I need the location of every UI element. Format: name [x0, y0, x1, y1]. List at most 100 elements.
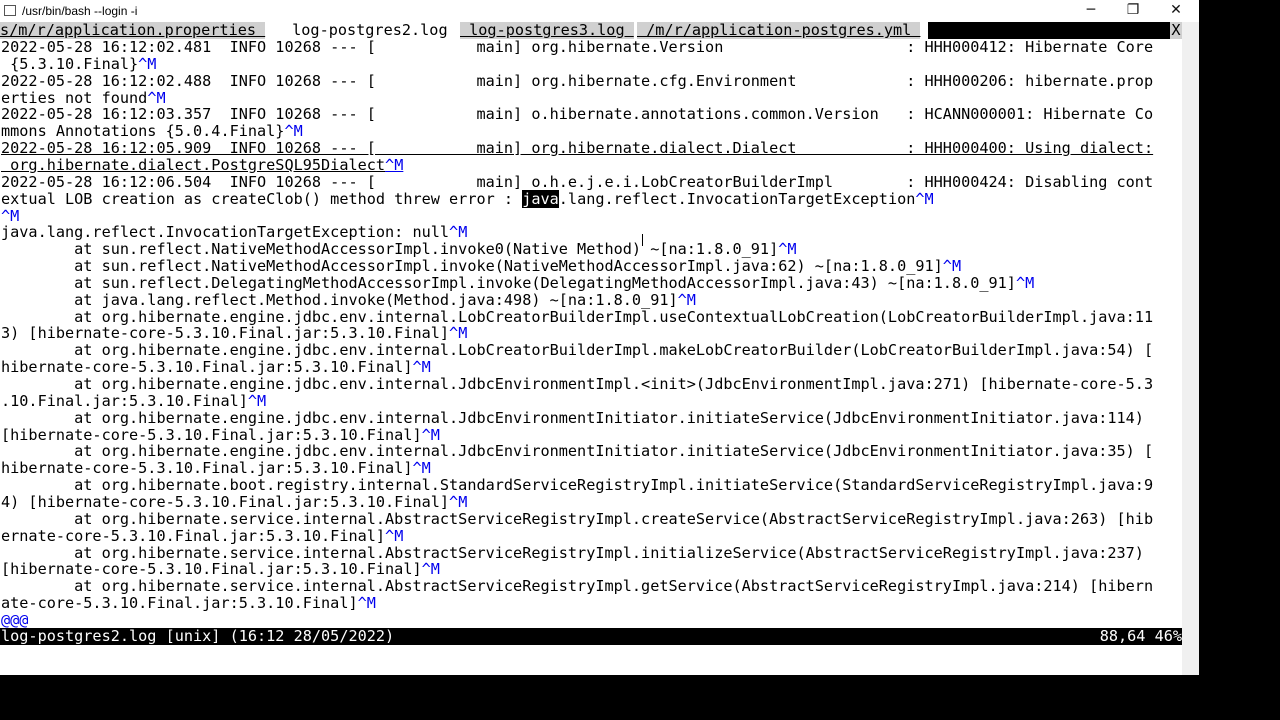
- carriage-return-marker: ^M: [385, 526, 404, 545]
- buffer-line: 2022-05-28 16:12:02.481 INFO 10268 --- […: [1, 39, 1153, 56]
- terminal-window: /usr/bin/bash --login -i ─ ❐ ✕ s/m/r/app…: [0, 0, 1199, 675]
- carriage-return-marker: ^M: [449, 324, 468, 343]
- buffer-line: mmons Annotations {5.0.4.Final}^M: [1, 123, 303, 140]
- buffer-line: at org.hibernate.service.internal.Abstra…: [1, 578, 1153, 595]
- buffer-line: at java.lang.reflect.Method.invoke(Metho…: [1, 290, 696, 309]
- line-text: at org.hibernate.service.internal.Abstra…: [1, 577, 1154, 596]
- line-text: java.lang.reflect.InvocationTargetExcept…: [1, 223, 450, 242]
- tab-close-icon[interactable]: X: [1170, 22, 1182, 39]
- line-text: at sun.reflect.NativeMethodAccessorImpl.…: [1, 257, 943, 276]
- line-text: at sun.reflect.DelegatingMethodAccessorI…: [1, 273, 1016, 292]
- buffer-line: at org.hibernate.engine.jdbc.env.interna…: [1, 443, 1153, 460]
- line-text: hibernate-core-5.3.10.Final.jar:5.3.10.F…: [1, 358, 413, 377]
- line-text: at java.lang.reflect.Method.invoke(Metho…: [1, 290, 678, 309]
- maximize-button[interactable]: ❐: [1111, 0, 1155, 22]
- line-text: org.hibernate.dialect.PostgreSQL95Dialec…: [1, 155, 386, 174]
- line-text: {5.3.10.Final}: [1, 54, 139, 73]
- status-file-info: log-postgres2.log [unix] (16:12 28/05/20…: [1, 627, 395, 645]
- buffer-line: extual LOB creation as createClob() meth…: [1, 189, 934, 208]
- buffer-line: at sun.reflect.DelegatingMethodAccessorI…: [1, 273, 1035, 292]
- buffer-line: ernate-core-5.3.10.Final.jar:5.3.10.Fina…: [1, 526, 404, 545]
- line-text: 3) [hibernate-core-5.3.10.Final.jar:5.3.…: [1, 324, 450, 343]
- minimize-button[interactable]: ─: [1069, 0, 1113, 22]
- buffer-line: {5.3.10.Final}^M: [1, 54, 156, 73]
- buffer-line: ^M: [1, 206, 20, 225]
- carriage-return-marker: ^M: [284, 122, 303, 141]
- buffer-line: hibernate-core-5.3.10.Final.jar:5.3.10.F…: [1, 460, 431, 477]
- line-text: 2022-05-28 16:12:05.909 INFO 10268 --- […: [1, 139, 1154, 158]
- line-text: 2022-05-28 16:12:03.357 INFO 10268 --- […: [1, 105, 1154, 124]
- tab-log-postgres3[interactable]: log-postgres3.log: [460, 22, 634, 39]
- line-text: [hibernate-core-5.3.10.Final.jar:5.3.10.…: [1, 560, 422, 579]
- line-text: 2022-05-28 16:12:02.488 INFO 10268 --- […: [1, 71, 1154, 90]
- line-text: [hibernate-core-5.3.10.Final.jar:5.3.10.…: [1, 425, 422, 444]
- line-text: at sun.reflect.NativeMethodAccessorImpl.…: [1, 240, 779, 259]
- mouse-text-cursor-icon: [642, 234, 643, 246]
- buffer-line: at org.hibernate.engine.jdbc.env.interna…: [1, 307, 1154, 326]
- vim-tabline: s/m/r/application.properties log-postgre…: [0, 22, 1182, 39]
- carriage-return-marker: ^M: [915, 189, 934, 208]
- line-text: at org.hibernate.engine.jdbc.env.interna…: [1, 341, 1154, 360]
- buffer-line: at org.hibernate.engine.jdbc.env.interna…: [1, 376, 1153, 393]
- buffer-line: at org.hibernate.boot.registry.internal.…: [1, 477, 1153, 494]
- window-title: /usr/bin/bash --login -i: [22, 4, 138, 18]
- line-text: at org.hibernate.engine.jdbc.env.interna…: [1, 307, 1154, 326]
- line-text: 2022-05-28 16:12:02.481 INFO 10268 --- […: [1, 38, 1154, 56]
- line-text: 2022-05-28 16:12:06.504 INFO 10268 --- […: [1, 172, 1154, 191]
- title-bar[interactable]: /usr/bin/bash --login -i ─ ❐ ✕: [0, 0, 1199, 22]
- buffer-line: org.hibernate.dialect.PostgreSQL95Dialec…: [1, 155, 404, 174]
- line-text: 4) [hibernate-core-5.3.10.Final.jar:5.3.…: [1, 492, 450, 511]
- tabline-fill: [928, 22, 1170, 39]
- buffer-line: at org.hibernate.engine.jdbc.env.interna…: [1, 408, 1144, 427]
- buffer-line: .10.Final.jar:5.3.10.Final]^M: [1, 391, 267, 410]
- line-text: .10.Final.jar:5.3.10.Final]: [1, 391, 248, 410]
- carriage-return-marker: ^M: [357, 594, 376, 613]
- tab-log-postgres2[interactable]: log-postgres2.log: [283, 22, 457, 39]
- buffer-line: at org.hibernate.service.internal.Abstra…: [1, 543, 1144, 562]
- carriage-return-marker: ^M: [778, 240, 797, 259]
- line-text: at org.hibernate.service.internal.Abstra…: [1, 543, 1144, 562]
- line-text: at org.hibernate.boot.registry.internal.…: [1, 476, 1154, 495]
- tab-application-postgres-yml[interactable]: /m/r/application-postgres.yml: [637, 22, 921, 39]
- buffer-line: 2022-05-28 16:12:02.488 INFO 10268 --- […: [1, 71, 1154, 90]
- search-highlight: java: [522, 189, 559, 208]
- buffer-line: 2022-05-28 16:12:05.909 INFO 10268 --- […: [1, 140, 1153, 157]
- vim-status-line: log-postgres2.log [unix] (16:12 28/05/20…: [0, 628, 1182, 645]
- carriage-return-marker: ^M: [421, 425, 440, 444]
- buffer-line: java.lang.reflect.InvocationTargetExcept…: [1, 224, 467, 241]
- line-text: mmons Annotations {5.0.4.Final}: [1, 122, 285, 141]
- carriage-return-marker: ^M: [1015, 273, 1035, 292]
- line-text: at org.hibernate.engine.jdbc.env.interna…: [1, 375, 1154, 393]
- carriage-return-marker: ^M: [677, 290, 696, 309]
- terminal-app-icon: [4, 5, 16, 16]
- carriage-return-marker: ^M: [449, 223, 468, 242]
- line-text-continued: .lang.reflect.InvocationTargetException: [558, 189, 916, 208]
- carriage-return-marker: ^M: [412, 358, 431, 377]
- buffer-line: 3) [hibernate-core-5.3.10.Final.jar:5.3.…: [1, 325, 467, 342]
- buffer-line: 2022-05-28 16:12:03.357 INFO 10268 --- […: [1, 106, 1153, 123]
- buffer-line: [hibernate-core-5.3.10.Final.jar:5.3.10.…: [1, 425, 440, 444]
- carriage-return-marker: ^M: [412, 459, 431, 478]
- line-text: ate-core-5.3.10.Final.jar:5.3.10.Final]: [1, 594, 358, 613]
- buffer-line: at sun.reflect.NativeMethodAccessorImpl.…: [1, 240, 797, 259]
- carriage-return-marker: ^M: [385, 155, 404, 174]
- window-right-edge: [1182, 22, 1199, 675]
- buffer-line: at org.hibernate.engine.jdbc.env.interna…: [1, 342, 1153, 359]
- line-text: ernate-core-5.3.10.Final.jar:5.3.10.Fina…: [1, 526, 386, 545]
- line-text: at org.hibernate.engine.jdbc.env.interna…: [1, 408, 1144, 427]
- line-text: extual LOB creation as createClob() meth…: [1, 189, 523, 208]
- buffer-line: at sun.reflect.NativeMethodAccessorImpl.…: [1, 258, 961, 275]
- carriage-return-marker: ^M: [1, 206, 20, 225]
- buffer-line: hibernate-core-5.3.10.Final.jar:5.3.10.F…: [1, 359, 431, 376]
- vim-editor[interactable]: s/m/r/application.properties log-postgre…: [0, 22, 1182, 645]
- carriage-return-marker: ^M: [247, 391, 267, 410]
- close-button[interactable]: ✕: [1154, 0, 1198, 22]
- tab-application-properties[interactable]: s/m/r/application.properties: [0, 22, 266, 39]
- buffer-line: at org.hibernate.service.internal.Abstra…: [1, 510, 1153, 528]
- line-text: hibernate-core-5.3.10.Final.jar:5.3.10.F…: [1, 459, 413, 478]
- status-cursor-position: 88,64 46%: [1099, 627, 1182, 645]
- carriage-return-marker: ^M: [942, 257, 962, 276]
- buffer-line: erties not found^M: [1, 89, 166, 107]
- buffer-line: 4) [hibernate-core-5.3.10.Final.jar:5.3.…: [1, 492, 467, 511]
- buffer-line: 2022-05-28 16:12:06.504 INFO 10268 --- […: [1, 172, 1154, 191]
